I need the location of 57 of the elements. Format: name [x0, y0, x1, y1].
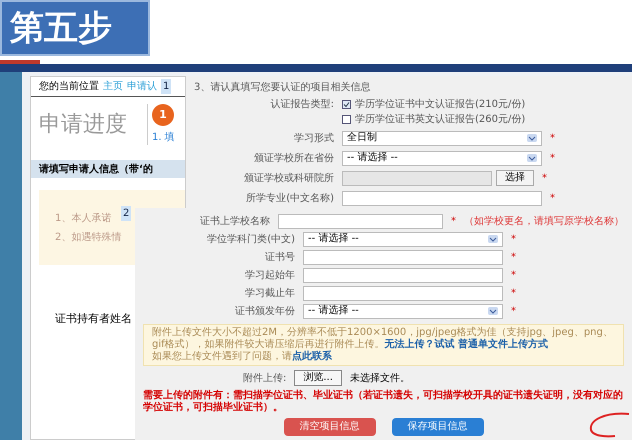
notice-text: 如果您上传文件遇到了问题，请点此联系 [152, 351, 333, 363]
hint-text: （如学校更名，请填写原学校名称） [464, 214, 624, 228]
notice-text: 1、本人承诺 [55, 212, 112, 226]
required-mark: * [511, 304, 516, 318]
breadcrumb-label: 您的当前位置 [39, 80, 99, 94]
required-mark: * [550, 192, 555, 206]
input-field[interactable] [303, 268, 503, 282]
select-field[interactable]: 全日制 [342, 130, 542, 146]
input-field[interactable] [278, 214, 443, 228]
form-button[interactable]: 清空项目信息 [284, 418, 376, 436]
field-label: 所学专业(中文名称) [245, 192, 334, 206]
marker: 1 [161, 79, 172, 94]
field-label: 学习截止年 [244, 286, 295, 300]
field-label: 学习起始年 [244, 268, 295, 282]
input-field[interactable] [303, 286, 503, 300]
file-status: 未选择文件。 [350, 372, 410, 386]
progress-title: 申请进度 [39, 111, 128, 139]
field-label: 学位学科门类(中文) [206, 232, 295, 246]
field-label: 证书上学校名称 [199, 214, 270, 228]
dropdown-icon [488, 235, 498, 243]
dropdown-icon [488, 307, 498, 315]
required-mark: * [511, 232, 516, 246]
input-field[interactable] [342, 190, 542, 206]
required-mark: * [451, 214, 456, 228]
help-link[interactable]: 无法上传？试试 普通单文件上传方式 [384, 339, 548, 350]
required-mark: * [511, 268, 516, 282]
notice-text: 附件上传文件大小不超过2M，分辨率不低于1200×1600，jpg/jpeg格式为佳（支持jpg、jpeg、png、gif格式），如果附件较大请压缩后再进行附件上传。无法上传？试试 普通单文件上传方式 [152, 327, 614, 350]
required-mark: * [511, 250, 516, 264]
checkbox[interactable] [342, 100, 351, 109]
step-banner: 第五步 [0, 0, 150, 56]
required-mark: * [511, 286, 516, 300]
dropdown-icon [527, 134, 537, 142]
dropdown-icon [527, 154, 537, 162]
check-icon [343, 101, 350, 108]
step-label: 1. 填 [152, 130, 175, 145]
option-label: 学历学位证书英文认证报告(260元/份) [355, 112, 526, 127]
option-label: 学历学位证书中文认证报告(210元/份) [355, 98, 526, 112]
select-field[interactable]: -- 请选择 -- [303, 232, 503, 246]
holder-label: 证书持有者姓名 [55, 312, 132, 325]
field-label: 认证报告类型: [270, 98, 334, 112]
marker: 2 [121, 206, 132, 221]
form-button[interactable]: 保存项目信息 [392, 418, 484, 436]
requirement-text: 需要上传的附件有：需扫描学位证书、毕业证书（若证书遗失，可扫描学校开具的证书遗失证明，没有对应的学位证书，可扫描毕业证书）。 [143, 390, 624, 414]
help-link[interactable]: 点此联系 [292, 351, 332, 362]
form-heading: 3、请认真填写您要认证的项目相关信息 [194, 80, 372, 95]
field-label: 附件上传: [243, 372, 286, 386]
select-field[interactable]: -- 请选择 -- [342, 150, 542, 166]
checkbox[interactable] [342, 115, 351, 124]
required-mark: * [550, 132, 555, 146]
browse-button[interactable]: 浏览... [294, 370, 342, 386]
field-label: 学习形式 [293, 132, 334, 146]
field-label: 证书颁发年份 [234, 304, 295, 318]
field-label: 证书号 [264, 250, 295, 264]
select-button[interactable]: 选择 [496, 170, 534, 186]
notice-text: 2、如遇特殊情 [55, 230, 122, 244]
input-field[interactable] [303, 250, 503, 264]
select-field[interactable]: -- 请选择 -- [303, 304, 503, 318]
